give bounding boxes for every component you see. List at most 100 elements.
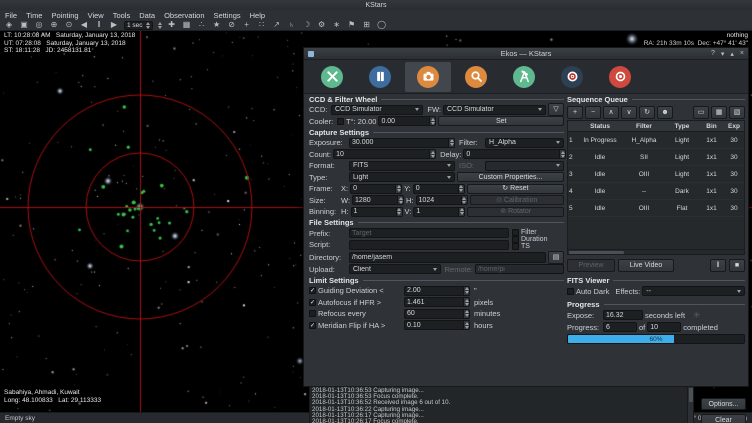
count-spinbox[interactable] (333, 149, 436, 159)
menu-data[interactable]: Data (139, 11, 155, 20)
duration-checkbox[interactable] (512, 236, 519, 243)
checkbox-filter[interactable]: Filter (512, 229, 564, 236)
sequence-job-row[interactable]: 1In ProgressH_AlphaLight1x130 (568, 132, 744, 149)
time-advance-icon[interactable]: ▶ (109, 20, 119, 30)
menu-tools[interactable]: Tools (113, 11, 131, 20)
browse-directory-button[interactable]: ▤ (548, 251, 564, 264)
filter-wheel-dropdown[interactable]: CCD Simulator (443, 105, 546, 115)
ekos-titlebar[interactable]: Ekos — KStars ? ▾ ▴ × (304, 48, 748, 60)
exposure-input[interactable] (349, 138, 448, 148)
seq-job-down-icon[interactable]: ∨ (621, 106, 637, 119)
seq-reset-jobs-icon[interactable]: ↻ (639, 106, 655, 119)
filter-dropdown[interactable]: H_Alpha (485, 138, 564, 148)
find-object-icon[interactable]: ◎ (34, 20, 44, 30)
set-time-icon[interactable]: ⊙ (64, 20, 74, 30)
sequence-job-row[interactable]: 5IdleOIIIFlat1x130 (568, 200, 744, 217)
coordinate-grid-icon[interactable]: ⊞ (362, 20, 372, 30)
seq-job-up-icon[interactable]: ∧ (603, 106, 619, 119)
frame-y-input[interactable] (413, 184, 458, 194)
time-step-spinbox[interactable]: 1 sec (124, 21, 153, 30)
show-planets-icon[interactable]: ♄ (287, 20, 297, 30)
sequence-hscrollbar[interactable] (567, 250, 745, 255)
frame-x-input[interactable] (350, 184, 395, 194)
live-video-button[interactable]: Live Video (618, 259, 674, 272)
menu-view[interactable]: View (88, 11, 104, 20)
binning-v-spinbox[interactable] (413, 207, 465, 217)
seq-save-sequence-icon[interactable]: ▦ (711, 106, 727, 119)
checkbox-duration[interactable]: Duration (512, 236, 564, 243)
limit-input[interactable] (404, 309, 463, 319)
window-titlebar[interactable]: KStars (0, 0, 752, 10)
frame-x-spinbox[interactable] (350, 184, 402, 194)
checkbox-ts[interactable]: TS (512, 243, 564, 250)
binning-v-input[interactable] (413, 207, 458, 217)
limit-checkbox[interactable]: ✓ (309, 299, 316, 306)
show-comets-icon[interactable]: ∗ (332, 20, 342, 30)
menu-pointing[interactable]: Pointing (51, 11, 78, 20)
custom-properties-button[interactable]: Custom Properties... (457, 172, 564, 182)
pause-sequence-button[interactable]: ‖ (710, 259, 726, 272)
observation-flag-icon[interactable]: ⚑ (347, 20, 357, 30)
show-stars-icon[interactable]: ∴ (197, 20, 207, 30)
limit-spinbox[interactable] (404, 320, 470, 330)
limit-checkbox[interactable]: ✓ (309, 322, 316, 329)
options-button[interactable]: Options... (701, 398, 746, 410)
auto-dark-checkbox[interactable] (567, 288, 574, 295)
time-reverse-icon[interactable]: ◀ (79, 20, 89, 30)
seq-add-job-icon[interactable]: + (567, 106, 583, 119)
maximize-button[interactable]: ▴ (730, 50, 734, 58)
help-button[interactable]: ? (711, 50, 715, 58)
size-w-input[interactable] (352, 195, 397, 205)
pointing-icon[interactable]: ✚ (167, 20, 177, 30)
geolocation-icon[interactable]: ⊕ (49, 20, 59, 30)
show-horizon-icon[interactable]: ◯ (377, 20, 387, 30)
show-satellites-icon[interactable]: ∷ (257, 20, 267, 30)
add-object-icon[interactable]: + (242, 20, 252, 30)
limit-input[interactable] (404, 297, 463, 307)
sequence-job-row[interactable]: 2IdleSIILight1x130 (568, 149, 744, 166)
time-step-arrows[interactable] (146, 22, 150, 29)
exposure-spinbox[interactable] (349, 138, 455, 148)
type-dropdown[interactable]: Light (349, 172, 455, 182)
shade-button[interactable]: ▾ (721, 50, 725, 58)
limit-checkbox[interactable] (309, 310, 316, 317)
configure-icon[interactable]: ⚙ (317, 20, 327, 30)
show-supernova-icon[interactable]: ⊘ (227, 20, 237, 30)
filter-checkbox[interactable] (512, 229, 519, 236)
delay-input[interactable] (463, 149, 559, 159)
show-dso-icon[interactable]: ★ (212, 20, 222, 30)
limit-spinbox[interactable] (404, 286, 470, 296)
fov-icon[interactable]: ▣ (19, 20, 29, 30)
seq-open-sequence-icon[interactable]: ▭ (693, 106, 709, 119)
size-w-spinbox[interactable] (352, 195, 404, 205)
ts-checkbox[interactable] (512, 243, 519, 250)
stop-sequence-button[interactable]: ■ (729, 259, 745, 272)
log-output[interactable]: 2018-01-13T10:36:53 Capturing image... 2… (309, 386, 694, 423)
log-scrollbar[interactable] (687, 387, 693, 423)
clear-log-button[interactable]: Clear (701, 414, 746, 423)
temperature-spinbox[interactable] (378, 116, 436, 126)
prefix-input[interactable] (349, 228, 509, 238)
menu-settings[interactable]: Settings (214, 11, 241, 20)
sky-image-icon[interactable]: ▦ (182, 20, 192, 30)
moon-phase-icon[interactable]: ☽ (302, 20, 312, 30)
sequence-table[interactable]: StatusFilterTypeBinExp1In ProgressH_Alph… (567, 120, 745, 250)
slew-icon[interactable]: ↗ (272, 20, 282, 30)
size-h-spinbox[interactable] (416, 195, 468, 205)
seq-save-sequence-as-icon[interactable]: ▧ (729, 106, 745, 119)
seq-remove-job-icon[interactable]: − (585, 106, 601, 119)
effects-dropdown[interactable]: -- (642, 286, 745, 296)
reset-frame-button[interactable]: ↻Reset (467, 184, 564, 194)
tab-guide[interactable] (549, 62, 595, 92)
temperature-input[interactable] (378, 116, 429, 126)
script-input[interactable] (349, 240, 509, 250)
menu-observation[interactable]: Observation (164, 11, 204, 20)
time-stop-icon[interactable]: ‖ (94, 20, 104, 30)
time-unit-arrows[interactable] (158, 22, 162, 29)
menu-time[interactable]: Time (26, 11, 42, 20)
format-dropdown[interactable]: FITS (349, 161, 455, 171)
tab-setup[interactable] (309, 62, 355, 92)
tab-focus[interactable] (453, 62, 499, 92)
limit-checkbox[interactable]: ✓ (309, 287, 316, 294)
tab-capture[interactable] (405, 62, 451, 92)
